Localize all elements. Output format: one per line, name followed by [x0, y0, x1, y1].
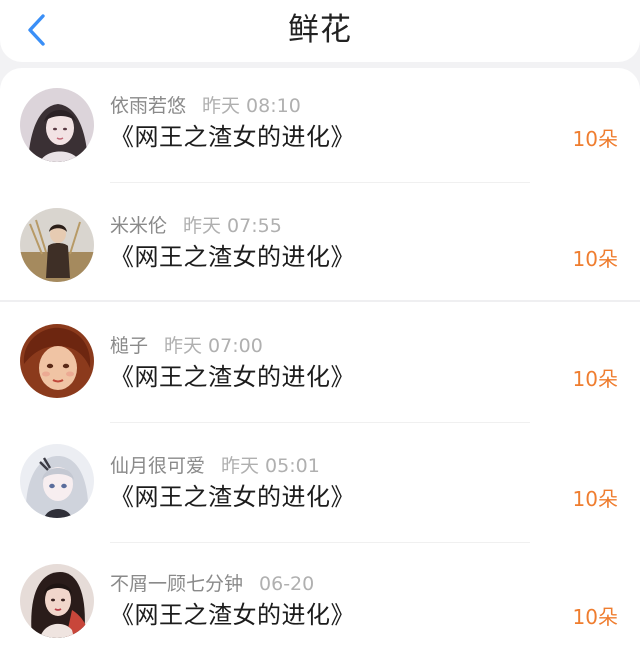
book-title[interactable]: 《网王之渣女的进化》	[110, 242, 355, 272]
record-meta: 不屑一顾七分钟 06-20	[110, 572, 314, 596]
flower-record-row[interactable]: 仙月很可爱 昨天 05:01 《网王之渣女的进化》 10朵	[0, 438, 640, 558]
book-title[interactable]: 《网王之渣女的进化》	[110, 482, 355, 512]
avatar[interactable]	[20, 324, 94, 398]
page-title: 鲜花	[288, 12, 352, 48]
avatar-image	[20, 324, 94, 398]
avatar-image	[20, 564, 94, 638]
record-meta: 槌子 昨天 07:00	[110, 334, 263, 358]
row-divider	[110, 422, 530, 423]
username[interactable]: 仙月很可爱	[110, 455, 205, 477]
timestamp: 昨天 08:10	[202, 95, 301, 117]
flowers-page: 鲜花 依雨若悠 昨天 08:10 《网王之渣女的进化》 10朵 米米伦 昨天 0…	[0, 0, 640, 654]
avatar-image	[20, 208, 94, 282]
timestamp: 昨天 07:55	[183, 215, 282, 237]
record-meta: 仙月很可爱 昨天 05:01	[110, 454, 320, 478]
avatar[interactable]	[20, 208, 94, 282]
flower-record-row[interactable]: 槌子 昨天 07:00 《网王之渣女的进化》 10朵	[0, 318, 640, 438]
flower-record-row[interactable]: 米米伦 昨天 07:55 《网王之渣女的进化》 10朵	[0, 198, 640, 318]
book-title[interactable]: 《网王之渣女的进化》	[110, 362, 355, 392]
avatar[interactable]	[20, 444, 94, 518]
timestamp: 昨天 07:00	[164, 335, 263, 357]
flower-count: 10朵	[572, 487, 618, 511]
username[interactable]: 依雨若悠	[110, 95, 186, 117]
book-title[interactable]: 《网王之渣女的进化》	[110, 600, 355, 630]
username[interactable]: 槌子	[110, 335, 148, 357]
book-title[interactable]: 《网王之渣女的进化》	[110, 122, 355, 152]
flower-count: 10朵	[572, 367, 618, 391]
avatar[interactable]	[20, 564, 94, 638]
avatar-image	[20, 88, 94, 162]
row-divider	[110, 542, 530, 543]
flower-record-row[interactable]: 依雨若悠 昨天 08:10 《网王之渣女的进化》 10朵	[0, 78, 640, 198]
row-divider	[110, 182, 530, 183]
nav-bar: 鲜花	[0, 0, 640, 62]
username[interactable]: 不屑一顾七分钟	[110, 573, 243, 595]
flower-record-row[interactable]: 不屑一顾七分钟 06-20 《网王之渣女的进化》 10朵	[0, 558, 640, 654]
flower-count: 10朵	[572, 605, 618, 629]
timestamp: 06-20	[259, 573, 315, 595]
flower-count: 10朵	[572, 247, 618, 271]
avatar[interactable]	[20, 88, 94, 162]
record-meta: 依雨若悠 昨天 08:10	[110, 94, 301, 118]
record-meta: 米米伦 昨天 07:55	[110, 214, 282, 238]
timestamp: 昨天 05:01	[221, 455, 320, 477]
flower-count: 10朵	[572, 127, 618, 151]
avatar-image	[20, 444, 94, 518]
username[interactable]: 米米伦	[110, 215, 167, 237]
